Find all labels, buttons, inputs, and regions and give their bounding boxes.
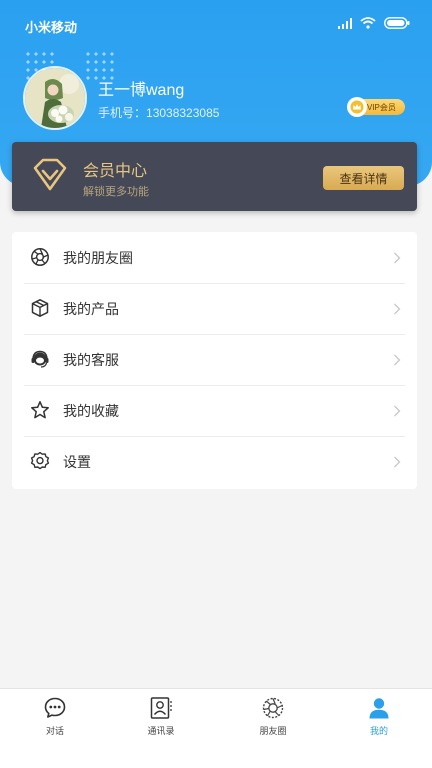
chat-icon bbox=[25, 695, 85, 721]
avatar[interactable] bbox=[23, 66, 87, 130]
status-bar: 小米移动 bbox=[0, 0, 432, 48]
view-details-button[interactable]: 查看详情 bbox=[323, 166, 404, 190]
moments-icon bbox=[243, 695, 303, 721]
user-name: 王一博wang bbox=[98, 82, 185, 99]
bottom-nav: 对话 通讯录 朋友圈 我的 bbox=[0, 688, 432, 768]
menu-item-customer-service[interactable]: 我的客服 bbox=[12, 334, 417, 385]
star-icon bbox=[30, 400, 50, 420]
phone-label: 手机号： bbox=[98, 106, 147, 120]
member-center-title: 会员中心 bbox=[83, 163, 148, 180]
phone-line: 手机号：13038323085 bbox=[98, 104, 219, 121]
menu-item-moments[interactable]: 我的朋友圈 bbox=[12, 232, 417, 283]
menu-item-products[interactable]: 我的产品 bbox=[12, 283, 417, 334]
tab-chat[interactable]: 对话 bbox=[25, 695, 85, 737]
aperture-icon bbox=[30, 247, 50, 267]
menu-list: 我的朋友圈 我的产品 我的客服 我的收藏 设置 bbox=[12, 232, 417, 489]
wifi-icon bbox=[360, 17, 376, 32]
signal-icon bbox=[338, 17, 352, 32]
menu-item-settings[interactable]: 设置 bbox=[12, 436, 417, 487]
phone-number: 13038323085 bbox=[146, 106, 220, 120]
menu-label-products: 我的产品 bbox=[63, 300, 119, 317]
status-icons bbox=[338, 17, 410, 32]
person-icon bbox=[349, 695, 409, 721]
tab-me[interactable]: 我的 bbox=[349, 695, 409, 737]
vip-badge: VIP会员 bbox=[347, 97, 405, 117]
chevron-right-icon bbox=[393, 302, 401, 320]
avatar-image bbox=[25, 68, 85, 128]
tab-me-label: 我的 bbox=[369, 726, 388, 736]
tab-contacts[interactable]: 通讯录 bbox=[131, 695, 191, 737]
menu-item-favorites[interactable]: 我的收藏 bbox=[12, 385, 417, 436]
member-center-card[interactable]: 会员中心 解锁更多功能 查看详情 bbox=[12, 142, 417, 211]
menu-label-moments: 我的朋友圈 bbox=[63, 249, 133, 266]
chevron-right-icon bbox=[393, 404, 401, 422]
gear-icon bbox=[30, 451, 50, 471]
tab-moments-label: 朋友圈 bbox=[259, 726, 287, 736]
chevron-right-icon bbox=[393, 251, 401, 269]
menu-label-customer-service: 我的客服 bbox=[63, 351, 119, 368]
crown-icon bbox=[347, 97, 367, 117]
vip-badge-label: VIP会员 bbox=[367, 102, 396, 112]
headset-icon bbox=[30, 349, 50, 369]
diamond-icon bbox=[32, 156, 68, 199]
member-center-subtitle: 解锁更多功能 bbox=[83, 186, 149, 198]
tab-chat-label: 对话 bbox=[45, 726, 64, 736]
menu-label-settings: 设置 bbox=[63, 453, 91, 470]
battery-icon bbox=[384, 17, 410, 32]
chevron-right-icon bbox=[393, 455, 401, 473]
menu-label-favorites: 我的收藏 bbox=[63, 402, 119, 419]
tab-moments[interactable]: 朋友圈 bbox=[243, 695, 303, 737]
contacts-icon bbox=[131, 695, 191, 721]
chevron-right-icon bbox=[393, 353, 401, 371]
tab-contacts-label: 通讯录 bbox=[147, 726, 175, 736]
box-icon bbox=[30, 298, 50, 318]
carrier-name: 小米移动 bbox=[25, 20, 78, 35]
